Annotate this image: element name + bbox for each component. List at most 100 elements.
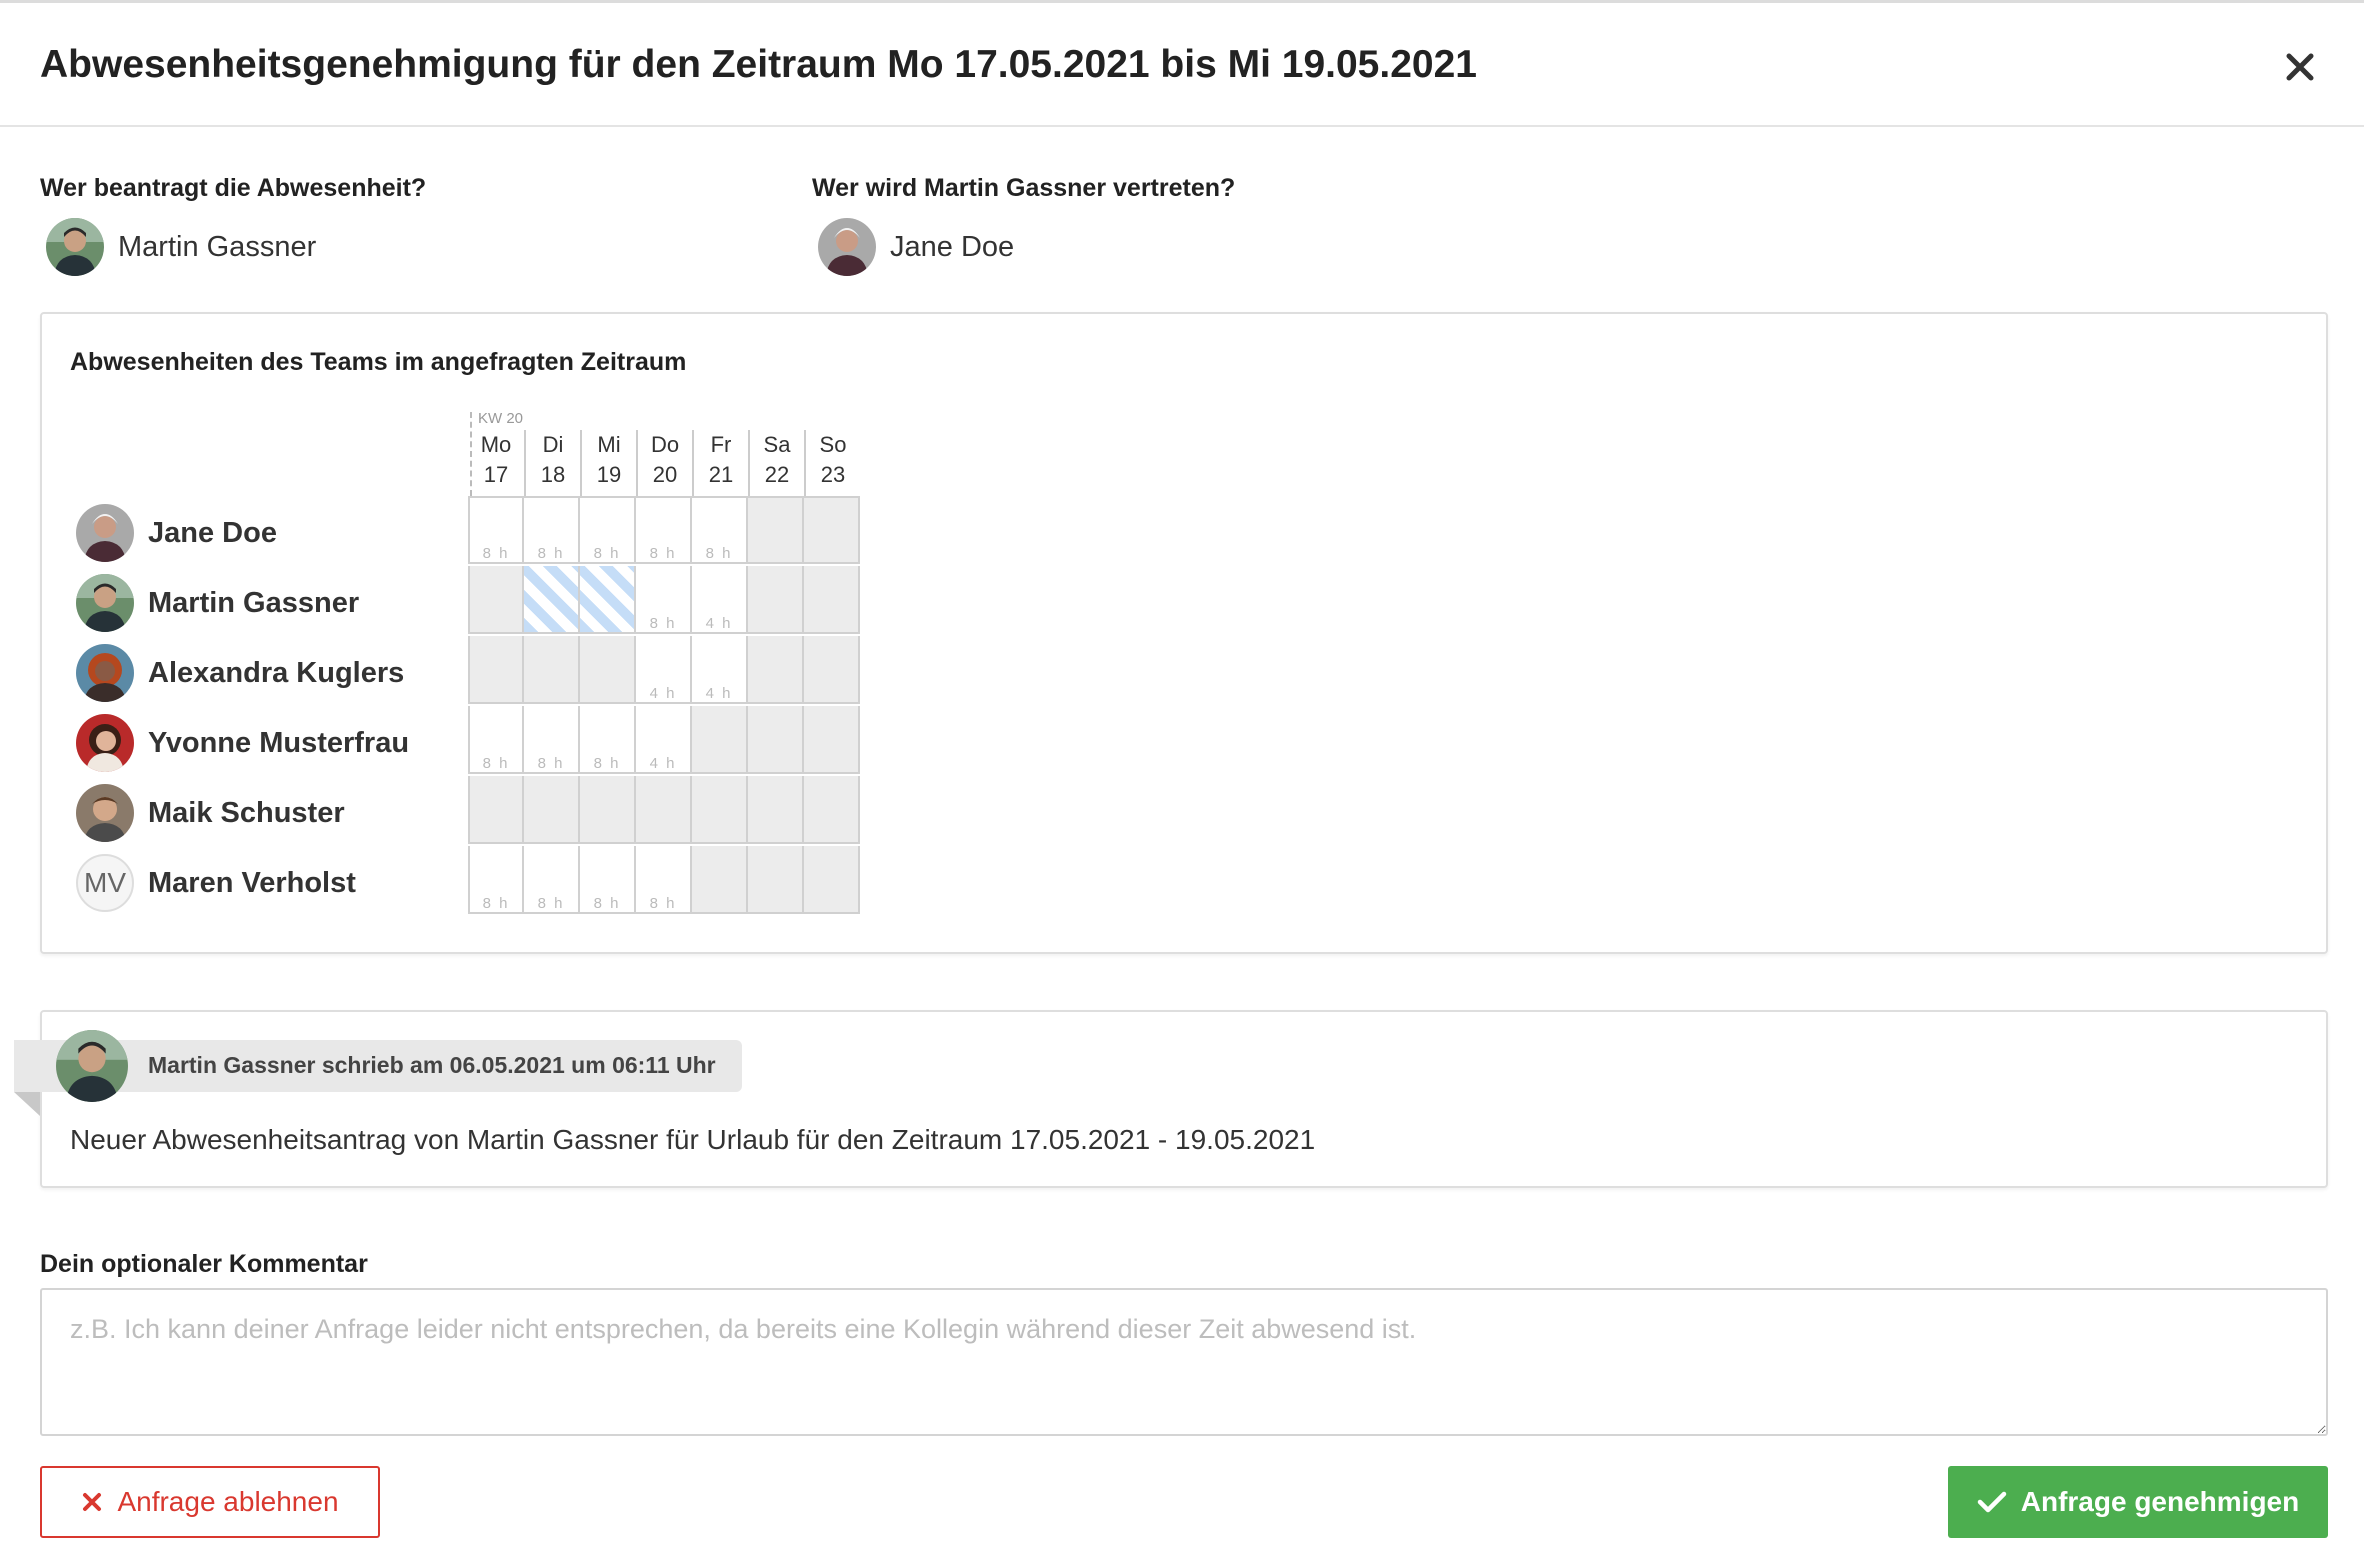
day-date: 23 <box>820 462 846 487</box>
requester-label: Wer beantragt die Abwesenheit? <box>40 174 427 202</box>
day-date: 22 <box>764 462 790 487</box>
work-hours: 8 h <box>649 615 677 632</box>
dialog-title: Abwesenheitsgenehmigung für den Zeitraum… <box>40 43 1477 86</box>
work-hours: 8 h <box>705 545 733 562</box>
requester: Martin Gassner <box>46 218 316 276</box>
work-hours: 8 h <box>649 545 677 562</box>
team-member-row: Yvonne Musterfrau <box>76 714 409 772</box>
avatar <box>76 644 134 702</box>
calendar-cell <box>692 846 748 914</box>
team-absences-title: Abwesenheiten des Teams im angefragten Z… <box>70 348 687 376</box>
absence-cell <box>524 566 580 634</box>
message-text: Neuer Abwesenheitsantrag von Martin Gass… <box>70 1124 1316 1155</box>
calendar-cell: 8 h <box>636 496 692 564</box>
calendar-cell: 8 h <box>524 496 580 564</box>
calendar-cell: 4 h <box>692 566 748 634</box>
team-member-row: MV Maren Verholst <box>76 854 356 912</box>
team-member-name: Jane Doe <box>148 516 277 549</box>
calendar-cell: 4 h <box>636 636 692 704</box>
comment-label: Dein optionaler Kommentar <box>40 1250 368 1278</box>
approve-button-label: Anfrage genehmigen <box>2020 1486 2300 1517</box>
work-hours: 8 h <box>537 895 565 912</box>
day-of-week: Di <box>542 432 564 457</box>
day-date: 19 <box>596 462 622 487</box>
work-hours: 8 h <box>482 895 510 912</box>
day-of-week: Fr <box>710 432 732 457</box>
close-button[interactable] <box>2280 47 2320 87</box>
calendar-cell: 4 h <box>636 706 692 774</box>
team-member-row: Martin Gassner <box>76 574 359 632</box>
day-header: Mi 19 <box>580 430 636 496</box>
work-hours: 4 h <box>649 755 677 772</box>
day-date: 21 <box>708 462 734 487</box>
calendar-cell: 8 h <box>636 846 692 914</box>
calendar-cell <box>804 496 860 564</box>
day-of-week: So <box>819 432 847 457</box>
calendar-cell <box>748 706 804 774</box>
calendar-cell: 8 h <box>692 496 748 564</box>
reject-button[interactable]: Anfrage ablehnen <box>40 1466 380 1538</box>
calendar-cell <box>804 706 860 774</box>
day-header: Di 18 <box>524 430 580 496</box>
work-hours: 8 h <box>593 545 621 562</box>
calendar-cell <box>580 776 636 844</box>
team-member-row: Maik Schuster <box>76 784 345 842</box>
calendar-cell: 8 h <box>468 846 524 914</box>
work-hours: 4 h <box>705 615 733 632</box>
calendar-cell <box>468 636 524 704</box>
calendar-cell <box>468 566 524 634</box>
day-date: 17 <box>483 462 509 487</box>
day-header: So 23 <box>804 430 860 496</box>
calendar-cell: 8 h <box>524 706 580 774</box>
calendar-cell <box>804 636 860 704</box>
day-date: 18 <box>540 462 566 487</box>
calendar-cell <box>748 636 804 704</box>
team-member-name: Yvonne Musterfrau <box>148 726 410 759</box>
calendar-cell <box>580 636 636 704</box>
team-member-row: Alexandra Kuglers <box>76 644 404 702</box>
day-date: 20 <box>652 462 678 487</box>
calendar-cell: 8 h <box>580 496 636 564</box>
day-of-week: Mi <box>597 432 621 457</box>
calendar-cell <box>748 776 804 844</box>
work-hours: 8 h <box>537 545 565 562</box>
avatar <box>76 504 134 562</box>
calendar-cell <box>524 776 580 844</box>
substitute: Jane Doe <box>818 218 1014 276</box>
avatar <box>46 218 104 276</box>
team-member-row: Jane Doe <box>76 504 277 562</box>
x-icon <box>81 1491 103 1513</box>
message-tab-fold <box>14 1092 40 1116</box>
work-hours: 8 h <box>649 895 677 912</box>
day-of-week: Sa <box>763 432 791 457</box>
work-hours: 8 h <box>482 545 510 562</box>
day-header: Sa 22 <box>748 430 804 496</box>
work-hours: 4 h <box>705 685 733 702</box>
team-member-name: Alexandra Kuglers <box>148 656 405 689</box>
day-of-week: Do <box>650 432 680 457</box>
reject-button-label: Anfrage ablehnen <box>117 1486 339 1517</box>
calendar-cell <box>692 706 748 774</box>
day-header: Mo 17 <box>468 430 524 496</box>
calendar-cell <box>748 496 804 564</box>
calendar-cell: 8 h <box>468 706 524 774</box>
team-absences-panel: Abwesenheiten des Teams im angefragten Z… <box>40 312 2328 954</box>
team-member-name: Maik Schuster <box>148 796 345 829</box>
check-icon <box>1977 1490 2007 1514</box>
substitute-label: Wer wird Martin Gassner vertreten? <box>812 174 1236 202</box>
day-header: Do 20 <box>636 430 692 496</box>
avatar <box>76 784 134 842</box>
team-member-name: Martin Gassner <box>148 586 360 619</box>
comment-field[interactable] <box>40 1288 2328 1436</box>
avatar <box>76 574 134 632</box>
approve-button[interactable]: Anfrage genehmigen <box>1948 1466 2328 1538</box>
close-icon <box>2286 53 2314 81</box>
calendar-cell: 8 h <box>636 566 692 634</box>
week-label: KW 20 <box>478 410 524 427</box>
message-author-line: Martin Gassner schrieb am 06.05.2021 um … <box>148 1052 716 1078</box>
work-hours: 8 h <box>593 895 621 912</box>
calendar-cell <box>804 776 860 844</box>
team-member-name: Maren Verholst <box>148 866 356 899</box>
calendar-cell <box>748 566 804 634</box>
calendar-cell <box>804 566 860 634</box>
